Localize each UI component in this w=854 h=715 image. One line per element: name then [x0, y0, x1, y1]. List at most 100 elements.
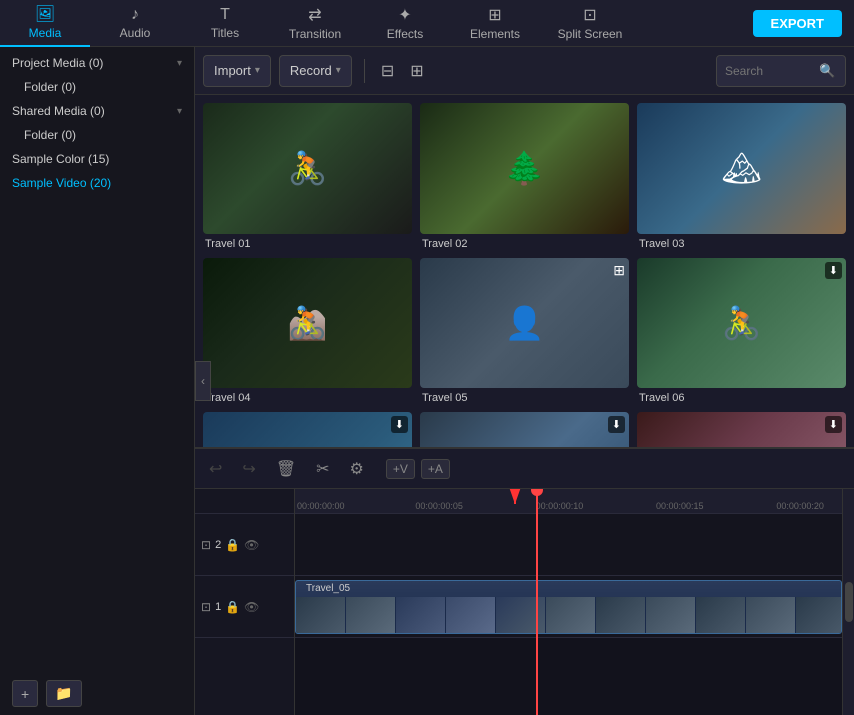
- add-media-button[interactable]: +: [12, 680, 38, 707]
- media-card-travel03[interactable]: 🏔 Travel 03: [637, 103, 846, 250]
- nav-item-media[interactable]: 🖼 Media: [0, 0, 90, 47]
- clip-label-travel05: Travel_05: [300, 583, 356, 594]
- audio-icon: ♪: [131, 6, 139, 24]
- timeline-track-1[interactable]: Travel_05: [295, 576, 842, 638]
- thumb-visual: 🚴: [203, 103, 412, 234]
- media-thumb-travel08: 🏝 ⬇: [420, 412, 629, 447]
- media-card-travel02[interactable]: 🌲 Travel 02: [420, 103, 629, 250]
- sidebar-item-project-media[interactable]: Project Media (0) ▾: [0, 51, 194, 75]
- media-label-travel04: Travel 04: [203, 392, 412, 404]
- sidebar-item-sample-video[interactable]: Sample Video (20): [0, 171, 194, 195]
- nav-item-elements[interactable]: ⊞ Elements: [450, 0, 540, 47]
- transition-icon: ⇄: [308, 5, 321, 25]
- sidebar-item-folder-b[interactable]: Folder (0): [0, 123, 194, 147]
- track2-lock-button[interactable]: 🔒: [225, 538, 240, 552]
- search-box: 🔍: [716, 55, 846, 87]
- undo-button[interactable]: ↩: [203, 456, 228, 482]
- timeline-track-2[interactable]: [295, 514, 842, 576]
- top-nav: 🖼 Media ♪ Audio T Titles ⇄ Transition ✦ …: [0, 0, 854, 47]
- timeline-body: ⊡ 2 🔒 👁 ⊡ 1 🔒 👁: [195, 489, 854, 715]
- media-card-travel06[interactable]: 🚴 ⬇ Travel 06: [637, 258, 846, 405]
- effects-icon: ✦: [398, 5, 411, 25]
- thumb-visual: 🌊: [203, 412, 412, 447]
- content-area: Import ▾ Record ▾ ⊟ ⊞ 🔍: [195, 47, 854, 447]
- ruler-tick-0: 00:00:00:00: [297, 501, 345, 511]
- chevron-icon: ▾: [177, 58, 182, 69]
- sidebar: Project Media (0) ▾ Folder (0) Shared Me…: [0, 47, 195, 715]
- elements-icon: ⊞: [488, 5, 501, 25]
- media-card-travel01[interactable]: 🚴 Travel 01: [203, 103, 412, 250]
- media-card-travel09[interactable]: 🌸 ⬇ Travel 09: [637, 412, 846, 447]
- nav-item-transition[interactable]: ⇄ Transition: [270, 0, 360, 47]
- sidebar-collapse-button[interactable]: ‹: [195, 361, 211, 401]
- nav-item-audio[interactable]: ♪ Audio: [90, 0, 180, 47]
- ruler-tick-3: 00:00:00:15: [656, 501, 704, 511]
- settings-button[interactable]: ⚙: [344, 456, 370, 482]
- sidebar-item-sample-color[interactable]: Sample Color (15): [0, 147, 194, 171]
- add-video-track-button[interactable]: +V: [386, 459, 415, 479]
- sidebar-item-shared-media[interactable]: Shared Media (0) ▾: [0, 99, 194, 123]
- search-input[interactable]: [725, 64, 815, 78]
- download-overlay-icon: ⬇: [825, 416, 842, 433]
- titles-icon: T: [220, 6, 230, 24]
- add-folder-button[interactable]: 📁: [46, 680, 81, 707]
- nav-item-effects[interactable]: ✦ Effects: [360, 0, 450, 47]
- delete-button[interactable]: 🗑: [270, 456, 302, 482]
- record-dropdown-arrow: ▾: [336, 65, 341, 76]
- ruler-tick-2: 00:00:00:10: [536, 501, 584, 511]
- filter-button[interactable]: ⊟: [377, 57, 398, 85]
- media-label-travel06: Travel 06: [637, 392, 846, 404]
- timeline-ruler-wrap: 00:00:00:00 00:00:00:05 00:00:00:10 00:0…: [295, 489, 842, 715]
- media-card-travel04[interactable]: 🚵 Travel 04: [203, 258, 412, 405]
- media-thumb-travel05: 👤 ⊞: [420, 258, 629, 389]
- track2-num: 2: [215, 539, 221, 551]
- media-card-travel05[interactable]: 👤 ⊞ Travel 05: [420, 258, 629, 405]
- track-header-1: ⊡ 1 🔒 👁: [195, 576, 294, 638]
- track1-lock-button[interactable]: 🔒: [225, 600, 240, 614]
- timeline-scrollbar[interactable]: [842, 489, 854, 715]
- thumb-visual: 🌲: [420, 103, 629, 234]
- track2-eye-button[interactable]: 👁: [244, 538, 259, 552]
- media-thumb-travel03: 🏔: [637, 103, 846, 234]
- media-thumb-travel04: 🚵: [203, 258, 412, 389]
- media-toolbar: Import ▾ Record ▾ ⊟ ⊞ 🔍: [195, 47, 854, 95]
- chevron-icon: ▾: [177, 106, 182, 117]
- media-thumb-travel09: 🌸 ⬇: [637, 412, 846, 447]
- export-button[interactable]: EXPORT: [753, 10, 842, 37]
- ruler-tick-4: 00:00:00:20: [776, 501, 824, 511]
- grid-overlay-icon: ⊞: [613, 262, 625, 279]
- timeline-left: ⊡ 2 🔒 👁 ⊡ 1 🔒 👁: [195, 489, 295, 715]
- media-card-travel08[interactable]: 🏝 ⬇ Travel 08: [420, 412, 629, 447]
- media-label-travel05: Travel 05: [420, 392, 629, 404]
- grid-view-button[interactable]: ⊞: [406, 57, 427, 85]
- splitscreen-icon: ⊡: [583, 5, 596, 25]
- redo-button[interactable]: ↪: [236, 456, 261, 482]
- track1-icon: ⊡: [201, 600, 211, 614]
- media-label-travel03: Travel 03: [637, 238, 846, 250]
- cut-button[interactable]: ✂: [310, 456, 335, 482]
- media-thumb-travel02: 🌲: [420, 103, 629, 234]
- media-grid: 🚴 Travel 01 🌲 Travel 02 🏔 Travel: [195, 95, 854, 447]
- add-audio-track-button[interactable]: +A: [421, 459, 450, 479]
- download-overlay-icon: ⬇: [391, 416, 408, 433]
- thumb-visual: 🚵: [203, 258, 412, 389]
- timeline-ruler: 00:00:00:00 00:00:00:05 00:00:00:10 00:0…: [295, 489, 842, 514]
- timeline-clip-travel05[interactable]: Travel_05: [295, 580, 842, 634]
- timeline-toolbar: ↩ ↪ 🗑 ✂ ⚙ +V +A: [195, 449, 854, 489]
- nav-item-splitscreen[interactable]: ⊡ Split Screen: [540, 0, 640, 47]
- import-dropdown[interactable]: Import ▾: [203, 55, 271, 87]
- sidebar-item-folder-a[interactable]: Folder (0): [0, 75, 194, 99]
- sidebar-section: Project Media (0) ▾ Folder (0) Shared Me…: [0, 47, 194, 199]
- download-overlay-icon: ⬇: [825, 262, 842, 279]
- scrollbar-thumb[interactable]: [845, 582, 853, 622]
- media-thumb-travel06: 🚴 ⬇: [637, 258, 846, 389]
- media-label-travel02: Travel 02: [420, 238, 629, 250]
- media-card-travel07[interactable]: 🌊 ⬇ Travel 07: [203, 412, 412, 447]
- track1-eye-button[interactable]: 👁: [244, 600, 259, 614]
- download-overlay-icon: ⬇: [608, 416, 625, 433]
- ruler-tick-1: 00:00:00:05: [415, 501, 463, 511]
- nav-item-titles[interactable]: T Titles: [180, 0, 270, 47]
- import-dropdown-arrow: ▾: [255, 65, 260, 76]
- media-thumb-travel07: 🌊 ⬇: [203, 412, 412, 447]
- record-dropdown[interactable]: Record ▾: [279, 55, 352, 87]
